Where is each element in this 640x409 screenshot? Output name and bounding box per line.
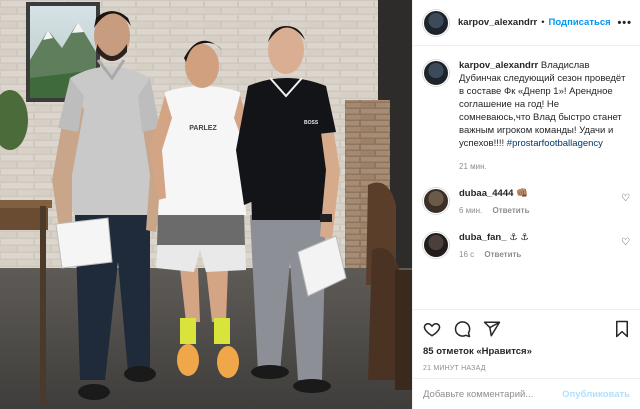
share-icon[interactable]	[483, 320, 501, 338]
comment-time[interactable]: 16 с	[459, 250, 474, 259]
post-photo[interactable]: PARLEZ BOSS	[0, 0, 412, 409]
caption: karpov_alexandrr Владислав Дубинчак след…	[423, 59, 630, 173]
comment-username[interactable]: duba_fan_	[459, 232, 507, 243]
comment-item: duba_fan_ ⚓ ⚓ 16 с Ответить ♡	[423, 231, 630, 261]
comment-body: duba_fan_ ⚓ ⚓ 16 с Ответить	[459, 231, 615, 261]
more-options-icon[interactable]: •••	[617, 17, 632, 29]
caption-meta: 21 мин.	[459, 160, 630, 173]
comment-icon[interactable]	[453, 320, 471, 338]
comment-body: dubaa_4444 👊🏽 6 мин. Ответить	[459, 187, 615, 217]
post-side-panel: karpov_alexandrr • Подписаться ••• karpo…	[412, 0, 640, 409]
post-header: karpov_alexandrr • Подписаться •••	[413, 0, 640, 46]
post-actions: 85 отметок «Нравится» 21 МИНУТ НАЗАД	[413, 309, 640, 372]
reply-button[interactable]: Ответить	[493, 206, 530, 215]
action-icons	[423, 318, 630, 340]
comment-meta: 16 с Ответить	[459, 248, 615, 261]
comment-avatar[interactable]	[423, 232, 449, 258]
reply-button[interactable]: Ответить	[484, 250, 521, 259]
caption-hashtag[interactable]: #prostarfootballagency	[507, 138, 603, 149]
likes-count[interactable]: 85 отметок «Нравится»	[423, 346, 630, 357]
comments-area[interactable]: karpov_alexandrr Владислав Дубинчак след…	[413, 47, 640, 309]
comment-like-heart-icon[interactable]: ♡	[621, 193, 630, 204]
comment-time[interactable]: 6 мин.	[459, 206, 482, 215]
follow-button[interactable]: Подписаться	[549, 17, 611, 28]
comment-like-heart-icon[interactable]: ♡	[621, 237, 630, 248]
bookmark-icon[interactable]	[614, 320, 630, 338]
caption-avatar[interactable]	[423, 60, 449, 86]
comment-item: dubaa_4444 👊🏽 6 мин. Ответить ♡	[423, 187, 630, 217]
caption-body: karpov_alexandrr Владислав Дубинчак след…	[459, 59, 630, 173]
post-photo-illustration: PARLEZ BOSS	[0, 0, 412, 409]
author-username[interactable]: karpov_alexandrr	[458, 17, 537, 28]
caption-time[interactable]: 21 мин.	[459, 162, 487, 171]
publish-button[interactable]: Опубликовать	[562, 389, 630, 400]
author-avatar[interactable]	[423, 9, 449, 36]
comment-text: ⚓ ⚓	[509, 232, 529, 243]
post-timestamp[interactable]: 21 МИНУТ НАЗАД	[423, 365, 630, 372]
caption-username[interactable]: karpov_alexandrr	[459, 60, 538, 71]
comment-meta: 6 мин. Ответить	[459, 204, 615, 217]
comment-text: 👊🏽	[516, 188, 528, 199]
polo-print: BOSS	[304, 120, 319, 126]
add-comment-bar: Опубликовать	[413, 378, 640, 409]
instagram-post: PARLEZ BOSS karpov_alexandrr • Подписать…	[0, 0, 640, 409]
add-comment-input[interactable]	[423, 388, 563, 400]
heart-icon[interactable]	[423, 320, 441, 338]
comment-avatar[interactable]	[423, 188, 449, 214]
comment-username[interactable]: dubaa_4444	[459, 188, 513, 199]
shirt-print: PARLEZ	[189, 125, 217, 132]
caption-text: Владислав Дубинчак следующий сезон прове…	[459, 60, 626, 149]
header-separator: •	[541, 17, 545, 28]
